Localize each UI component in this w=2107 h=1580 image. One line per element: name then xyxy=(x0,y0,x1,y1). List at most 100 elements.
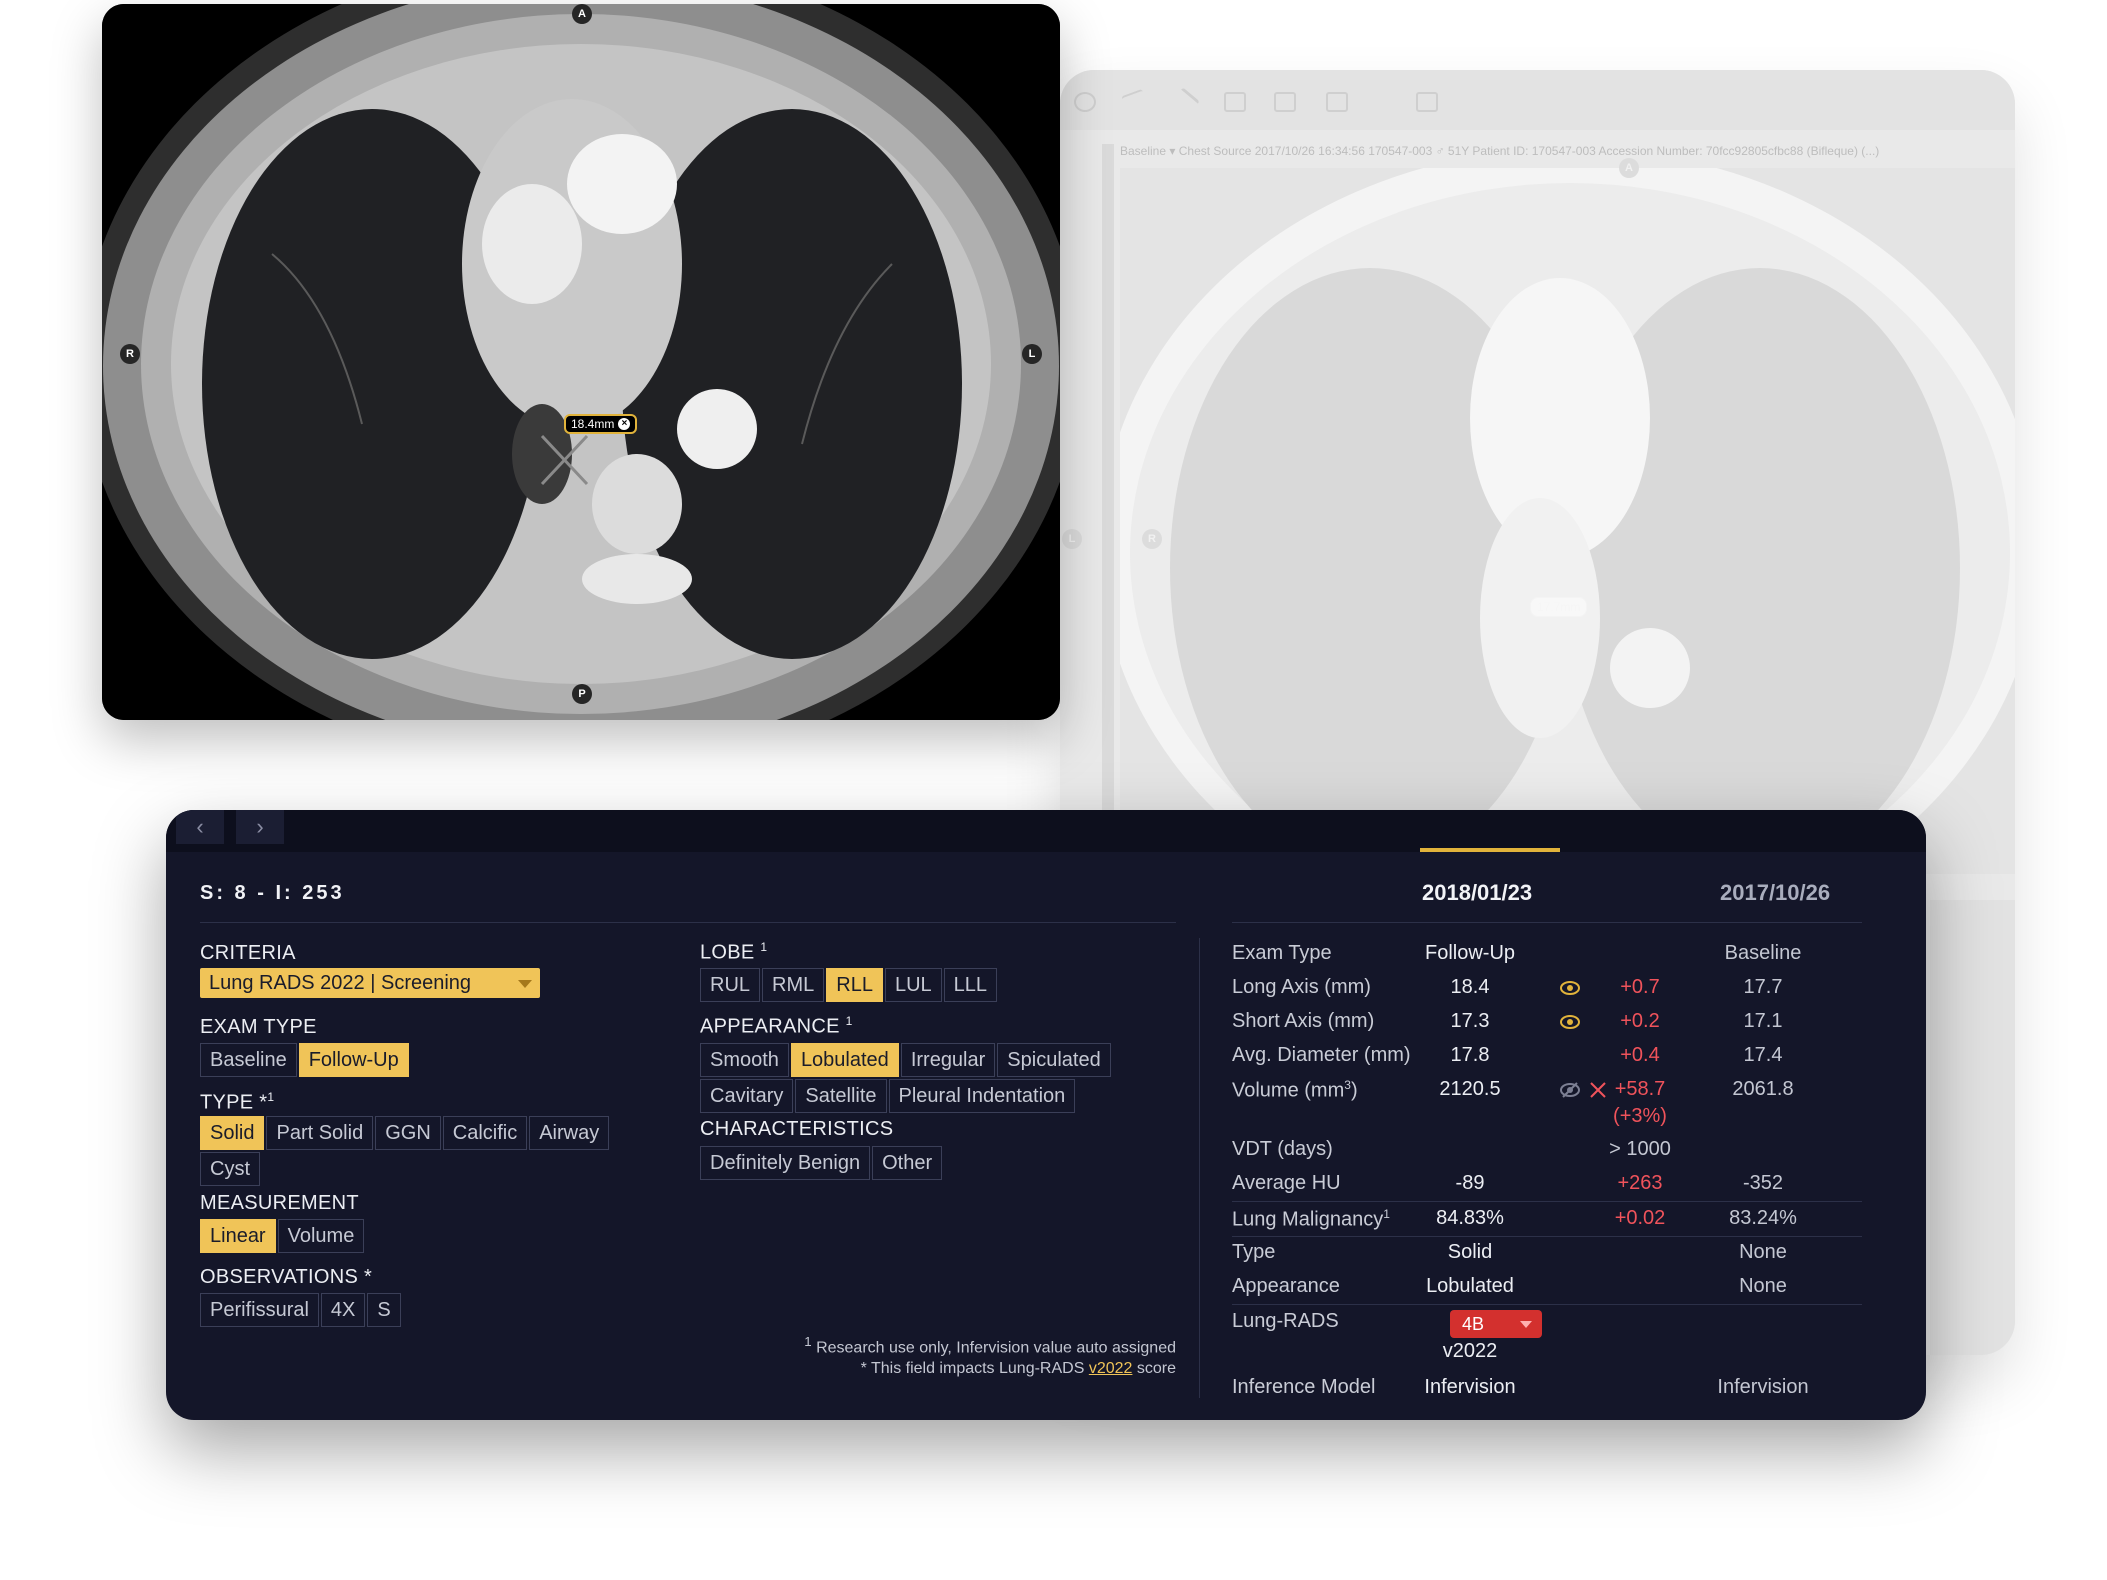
criteria-value: Lung RADS 2022 | Screening xyxy=(209,972,472,994)
appearance-satellite[interactable]: Satellite xyxy=(795,1079,887,1113)
eye-icon[interactable] xyxy=(1560,1012,1580,1032)
exam-type-current: Follow-Up xyxy=(1424,942,1516,964)
type-ggn[interactable]: GGN xyxy=(375,1116,441,1150)
comment-icon[interactable] xyxy=(1326,92,1348,112)
type-cyst[interactable]: Cyst xyxy=(200,1152,260,1186)
prev-nodule-button[interactable]: ‹ xyxy=(176,810,224,844)
orientation-marker-posterior: P xyxy=(572,684,592,704)
appearance-lobulated[interactable]: Lobulated xyxy=(790,1043,899,1077)
row-divider xyxy=(1232,1304,1862,1305)
short-axis-current: 17.3 xyxy=(1450,1010,1490,1032)
volume-current: 2120.5 xyxy=(1439,1078,1501,1100)
lobe-rml[interactable]: RML xyxy=(762,968,825,1002)
exam-type-options: Baseline Follow-Up xyxy=(200,1043,600,1079)
series-info-bar: Baseline ▾ Chest Source 2017/10/26 16:34… xyxy=(1120,144,1880,158)
characteristics-label: CHARACTERISTICS xyxy=(700,1118,894,1140)
type-label-sup: 1 xyxy=(267,1090,275,1104)
type-airway[interactable]: Airway xyxy=(529,1116,610,1150)
measurement-volume[interactable]: Volume xyxy=(277,1219,365,1253)
exam-type-baseline[interactable]: Baseline xyxy=(200,1043,297,1077)
contrast-icon[interactable] xyxy=(1074,92,1096,112)
type-current: Solid xyxy=(1447,1241,1493,1263)
lobe-lll[interactable]: LLL xyxy=(943,968,998,1002)
eye-icon[interactable] xyxy=(1560,978,1580,998)
observation-4x[interactable]: 4X xyxy=(320,1293,366,1327)
camera-icon[interactable] xyxy=(1274,92,1296,112)
lobe-rll[interactable]: RLL xyxy=(826,968,883,1002)
measurement-linear[interactable]: Linear xyxy=(200,1219,276,1253)
current-ct-image[interactable]: A P R L 18.4mm × xyxy=(102,4,1060,720)
short-axis-baseline: 17.1 xyxy=(1743,1010,1783,1032)
active-date-indicator xyxy=(1420,848,1560,852)
appearance-current: Lobulated xyxy=(1426,1275,1514,1297)
orientation-marker-anterior: A xyxy=(572,4,592,24)
malignancy-label-sup: 1 xyxy=(1383,1207,1390,1221)
appearance-row-label: Appearance xyxy=(1232,1275,1340,1297)
appearance-cavitary[interactable]: Cavitary xyxy=(700,1079,794,1113)
vdt-label: VDT (days) xyxy=(1232,1138,1333,1160)
lobe-label-sup: 1 xyxy=(760,940,768,954)
row-divider xyxy=(1232,1201,1862,1202)
lung-rads-version: v2022 xyxy=(1442,1340,1498,1362)
right-header-divider xyxy=(1232,922,1862,923)
left-header-divider xyxy=(200,922,1176,923)
long-axis-baseline: 17.7 xyxy=(1743,976,1783,998)
type-calcific[interactable]: Calcific xyxy=(442,1116,528,1150)
orientation-marker-anterior: A xyxy=(1619,158,1639,178)
footnote-text: Research use only, Infervision value aut… xyxy=(816,1339,1176,1357)
characteristic-other[interactable]: Other xyxy=(872,1146,943,1180)
copy-icon[interactable] xyxy=(1224,92,1246,112)
v2022-link[interactable]: v2022 xyxy=(1089,1360,1133,1377)
appearance-smooth[interactable]: Smooth xyxy=(700,1043,789,1077)
baseline-ct-image[interactable] xyxy=(1120,168,2015,874)
volume-label: Volume (mm3) xyxy=(1232,1078,1358,1103)
background-side-panel xyxy=(1930,900,2015,1355)
exam-type-follow-up[interactable]: Follow-Up xyxy=(298,1043,409,1077)
appearance-spiculated[interactable]: Spiculated xyxy=(997,1043,1111,1077)
lung-rads-select[interactable]: 4B xyxy=(1450,1310,1542,1338)
ruler-icon[interactable] xyxy=(1170,87,1200,117)
nodule-measurement-label[interactable]: 18.4mm × xyxy=(564,414,638,434)
volume-label-prefix: Volume (mm xyxy=(1232,1079,1345,1102)
volume-label-sup: 3 xyxy=(1344,1078,1351,1092)
volume-delta: +58.7 xyxy=(1614,1078,1666,1100)
vdt-value: > 1000 xyxy=(1609,1138,1671,1160)
appearance-label-sup: 1 xyxy=(845,1014,853,1028)
column-separator xyxy=(1199,938,1200,1398)
long-axis-label: Long Axis (mm) xyxy=(1232,976,1371,998)
measurement-label: MEASUREMENT xyxy=(200,1192,359,1214)
pan-icon[interactable] xyxy=(1121,88,1149,116)
inference-model-label: Inference Model xyxy=(1232,1376,1376,1398)
lobe-lul[interactable]: LUL xyxy=(884,968,942,1002)
characteristics-options: Definitely Benign Other xyxy=(700,1146,1100,1182)
current-exam-date-tab[interactable]: 2018/01/23 xyxy=(1422,880,1532,906)
characteristic-definitely-benign[interactable]: Definitely Benign xyxy=(700,1146,871,1180)
series-divider[interactable] xyxy=(1102,144,1114,874)
long-axis-current: 18.4 xyxy=(1450,976,1490,998)
eye-hidden-icon[interactable] xyxy=(1560,1080,1580,1100)
lung-rads-label: Lung-RADS xyxy=(1232,1310,1339,1332)
nodule-analysis-panel: ‹ › S: 8 - I: 253 CRITERIA Lung RADS 202… xyxy=(166,810,1926,1420)
current-ct-scan xyxy=(102,4,1060,720)
next-nodule-button[interactable]: › xyxy=(236,810,284,844)
criteria-select[interactable]: Lung RADS 2022 | Screening xyxy=(200,968,540,998)
appearance-pleural-indentation[interactable]: Pleural Indentation xyxy=(888,1079,1076,1113)
appearance-irregular[interactable]: Irregular xyxy=(900,1043,996,1077)
footnote-prefix: * This field impacts Lung-RADS xyxy=(860,1360,1085,1377)
lobe-rul[interactable]: RUL xyxy=(700,968,761,1002)
type-label-text: TYPE * xyxy=(200,1091,268,1114)
footnote-sup: 1 xyxy=(804,1334,812,1349)
observation-perifissural[interactable]: Perifissural xyxy=(200,1293,319,1327)
orientation-marker-left: L xyxy=(1062,529,1082,549)
baseline-measurement-label[interactable]: 17.7mm xyxy=(1530,597,1588,617)
type-part-solid[interactable]: Part Solid xyxy=(266,1116,374,1150)
malignancy-delta: +0.02 xyxy=(1614,1207,1666,1229)
malignancy-label: Lung Malignancy1 xyxy=(1232,1207,1390,1232)
baseline-exam-date-tab[interactable]: 2017/10/26 xyxy=(1720,880,1830,906)
type-solid[interactable]: Solid xyxy=(200,1116,265,1150)
observation-s[interactable]: S xyxy=(367,1293,401,1327)
layout-icon[interactable] xyxy=(1416,92,1438,112)
close-icon[interactable]: × xyxy=(618,418,631,430)
malignancy-baseline: 83.24% xyxy=(1729,1207,1797,1229)
long-axis-delta: +0.7 xyxy=(1620,976,1660,998)
